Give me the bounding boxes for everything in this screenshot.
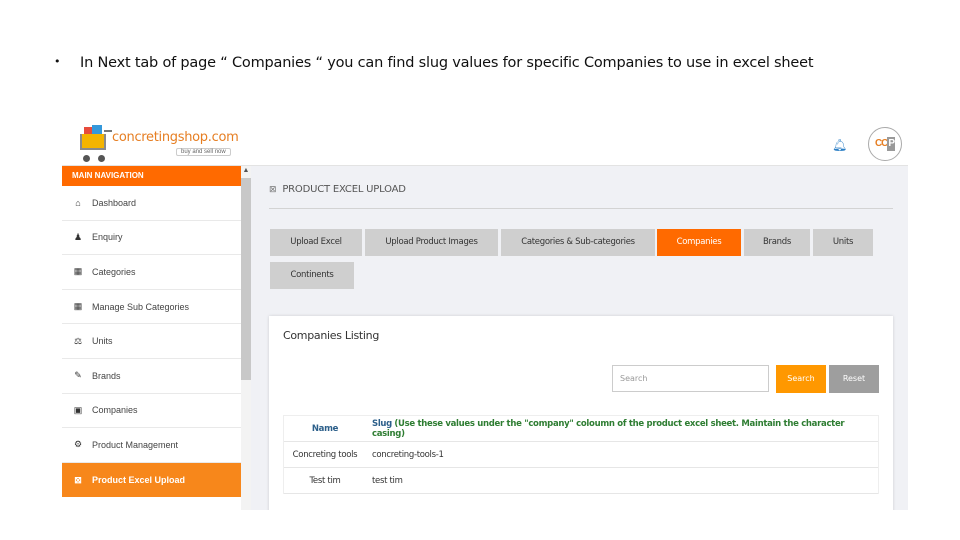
tab-continents[interactable]: Continents	[270, 262, 354, 289]
tab-brands[interactable]: Brands	[744, 229, 810, 256]
balance-scale-icon: ⚖	[73, 335, 83, 346]
grid-icon: ▦	[73, 266, 83, 277]
app-screenshot: concretingshop.com buy and sell now 🔔︎ C…	[62, 118, 908, 510]
search-button[interactable]: Search	[776, 365, 826, 393]
companies-table: Name Slug (Use these values under the "c…	[283, 415, 879, 494]
user-avatar[interactable]: CCP	[868, 127, 902, 161]
table-header-row: Name Slug (Use these values under the "c…	[284, 416, 878, 442]
main-content: ⊠ PRODUCT EXCEL UPLOAD Upload Excel Uploa…	[251, 166, 908, 510]
page-title-text: PRODUCT EXCEL UPLOAD	[282, 184, 406, 195]
sidebar-item-brands[interactable]: ✎ Brands	[62, 359, 241, 394]
company-name-cell: Concreting tools	[292, 449, 358, 460]
company-slug-cell: concreting-tools-1	[372, 449, 444, 460]
cogs-icon: ⚙	[73, 439, 83, 450]
sidebar-item-manage-sub-categories[interactable]: ▦ Manage Sub Categories	[62, 290, 241, 325]
scroll-up-icon[interactable]: ▲	[241, 166, 251, 176]
home-icon: ⌂	[75, 197, 81, 208]
file-excel-icon: ⊠	[74, 474, 82, 485]
sidebar-item-label: Enquiry	[92, 232, 123, 243]
sidebar-item-label: Manage Sub Categories	[92, 301, 190, 312]
table-row: Test tim test tim	[284, 468, 878, 494]
sidebar-item-label: Companies	[92, 405, 138, 416]
user-icon: ♟	[73, 231, 83, 242]
company-name-cell: Test tim	[309, 475, 341, 486]
sidebar-item-categories[interactable]: ▦ Categories	[62, 255, 241, 290]
tags-icon: ✎	[74, 370, 82, 381]
avatar-initials: CC	[874, 138, 888, 149]
divider	[269, 208, 893, 209]
sidebar-item-product-management[interactable]: ⚙ Product Management	[62, 428, 241, 463]
bell-icon[interactable]: 🔔︎	[832, 138, 847, 152]
sidebar-item-label: Product Excel Upload	[92, 475, 186, 486]
tab-upload-product-images[interactable]: Upload Product Images	[365, 229, 498, 256]
sidebar-item-companies[interactable]: ▣ Companies	[62, 394, 241, 429]
sidebar-item-enquiry[interactable]: ♟ Enquiry	[62, 221, 241, 256]
sidebar-item-dashboard[interactable]: ⌂ Dashboard	[62, 186, 241, 221]
sidebar-item-units[interactable]: ⚖ Units	[62, 324, 241, 359]
company-slug-cell: test tim	[372, 475, 403, 486]
avatar-initial-p: P	[887, 137, 896, 151]
column-header-name[interactable]: Name	[284, 424, 366, 434]
search-input[interactable]: Search	[612, 365, 769, 392]
companies-listing-card: Companies Listing Search Search Reset Na…	[269, 316, 893, 510]
tab-categories-sub-categories[interactable]: Categories & Sub-categories	[501, 229, 655, 256]
sidebar-scrollbar[interactable]: ▲	[241, 166, 251, 510]
tab-companies[interactable]: Companies	[657, 229, 741, 256]
brand-tagline: buy and sell now	[176, 148, 231, 156]
tab-upload-excel[interactable]: Upload Excel	[270, 229, 362, 256]
sidebar-item-label: Units	[92, 336, 113, 347]
slide-caption: • In Next tab of page “ Companies “ you c…	[54, 55, 814, 71]
scrollbar-thumb[interactable]	[241, 178, 251, 380]
caption-text: In Next tab of page “ Companies “ you ca…	[80, 55, 814, 71]
slug-label: Slug	[372, 418, 392, 429]
sidebar-item-product-excel-upload[interactable]: ⊠ Product Excel Upload	[62, 462, 241, 498]
column-header-slug[interactable]: Slug (Use these values under the "compan…	[366, 419, 878, 439]
top-header: concretingshop.com buy and sell now 🔔︎ C…	[62, 118, 908, 166]
bullet: •	[54, 55, 61, 68]
reset-button[interactable]: Reset	[829, 365, 879, 393]
brand-name: concretingshop.com	[112, 130, 239, 145]
table-row: Concreting tools concreting-tools-1	[284, 442, 878, 468]
file-excel-icon: ⊠	[269, 185, 277, 195]
slug-note: (Use these values under the "company" co…	[372, 418, 845, 439]
main-navigation-heading: MAIN NAVIGATION	[62, 166, 241, 186]
site-logo[interactable]: concretingshop.com buy and sell now	[76, 124, 239, 164]
sidebar-item-label: Brands	[92, 370, 121, 381]
tab-units[interactable]: Units	[813, 229, 873, 256]
card-title: Companies Listing	[283, 329, 380, 342]
sidebar-item-label: Categories	[92, 266, 136, 277]
building-icon: ▣	[73, 404, 83, 415]
sidebar: MAIN NAVIGATION ⌂ Dashboard ♟ Enquiry ▦ Cat…	[62, 166, 241, 510]
shopping-cart-icon	[76, 124, 112, 164]
sidebar-item-label: Product Management	[92, 439, 179, 450]
page-title: ⊠ PRODUCT EXCEL UPLOAD	[269, 184, 406, 195]
grid-icon: ▦	[73, 301, 83, 312]
sidebar-item-label: Dashboard	[92, 197, 137, 208]
